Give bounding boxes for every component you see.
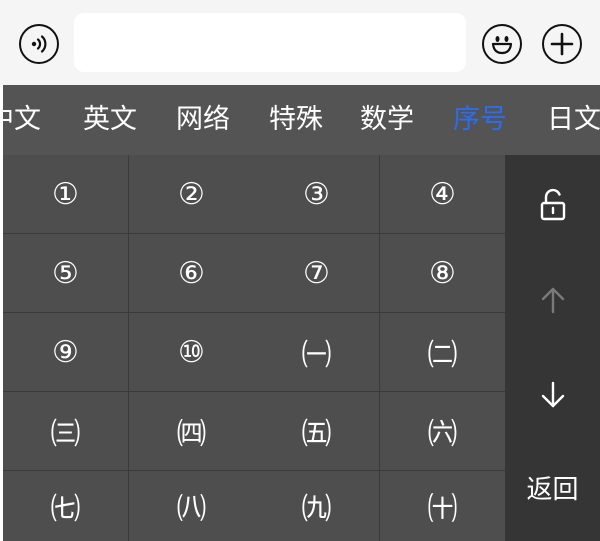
lock-button[interactable] xyxy=(505,155,600,255)
symbol-key[interactable]: ⑧ xyxy=(380,234,505,312)
voice-icon xyxy=(31,35,47,53)
screen: 中文 英文 网络 特殊 数学 序号 日文 ① ② ③ ④ ⑤ ⑥ ⑦ ⑧ ⑨ ⑩… xyxy=(0,0,600,541)
symbol-key[interactable]: ② xyxy=(129,155,254,233)
unlock-icon xyxy=(540,188,565,221)
symbol-key[interactable]: ㈡ xyxy=(380,313,505,391)
symbol-grid: ① ② ③ ④ ⑤ ⑥ ⑦ ⑧ ⑨ ⑩ ㈠ ㈡ ㈢ ㈣ ㈤ ㈥ ㈦ ㈧ ㈨ ㈩ xyxy=(3,155,505,541)
arrow-down-icon xyxy=(541,381,564,408)
symbol-key[interactable]: ㈦ xyxy=(3,471,128,541)
symbol-key[interactable]: ③ xyxy=(254,155,379,233)
symbol-key[interactable]: ㈥ xyxy=(380,392,505,470)
symbol-key[interactable]: ㈤ xyxy=(254,392,379,470)
input-bar xyxy=(0,0,600,85)
voice-input-button[interactable] xyxy=(19,24,59,64)
symbol-key[interactable]: ㈣ xyxy=(129,392,254,470)
back-button[interactable]: 返回 xyxy=(505,445,600,541)
symbol-key[interactable]: ⑩ xyxy=(129,313,254,391)
symbol-key[interactable]: ① xyxy=(3,155,128,233)
plus-icon xyxy=(550,32,574,56)
page-down-button[interactable] xyxy=(505,345,600,445)
message-input[interactable] xyxy=(74,13,466,72)
side-panel: 返回 xyxy=(505,155,600,541)
emoji-button[interactable] xyxy=(482,24,522,64)
category-ordinal[interactable]: 序号 xyxy=(453,85,507,155)
symbol-key[interactable]: ㈨ xyxy=(254,471,379,541)
category-chinese[interactable]: 中文 xyxy=(3,85,41,155)
symbol-key[interactable]: ㈢ xyxy=(3,392,128,470)
symbol-key[interactable]: ㈧ xyxy=(129,471,254,541)
emoji-icon xyxy=(491,36,513,55)
category-english[interactable]: 英文 xyxy=(83,85,137,155)
category-math[interactable]: 数学 xyxy=(360,85,414,155)
symbol-key[interactable]: ⑦ xyxy=(254,234,379,312)
symbol-key[interactable]: ⑨ xyxy=(3,313,128,391)
page-up-button[interactable] xyxy=(505,255,600,345)
more-button[interactable] xyxy=(542,24,582,64)
category-bar: 中文 英文 网络 特殊 数学 序号 日文 xyxy=(3,85,600,155)
symbol-key[interactable]: ⑤ xyxy=(3,234,128,312)
arrow-up-icon xyxy=(541,287,564,314)
symbol-key[interactable]: ⑥ xyxy=(129,234,254,312)
category-network[interactable]: 网络 xyxy=(176,85,230,155)
category-japanese[interactable]: 日文 xyxy=(547,85,600,155)
symbol-key[interactable]: ㈠ xyxy=(254,313,379,391)
category-special[interactable]: 特殊 xyxy=(269,85,323,155)
symbol-key[interactable]: ④ xyxy=(380,155,505,233)
symbol-keyboard: 中文 英文 网络 特殊 数学 序号 日文 ① ② ③ ④ ⑤ ⑥ ⑦ ⑧ ⑨ ⑩… xyxy=(3,85,600,541)
symbol-key[interactable]: ㈩ xyxy=(380,471,505,541)
